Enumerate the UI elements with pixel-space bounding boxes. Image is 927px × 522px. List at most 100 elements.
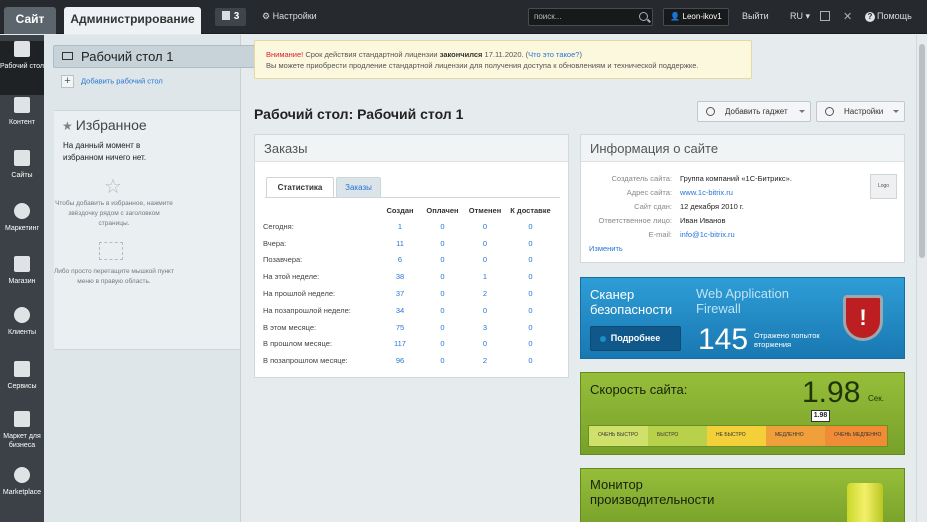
cell-value[interactable]: 117 <box>381 336 419 353</box>
cell-value[interactable]: 1 <box>381 218 419 235</box>
cell-value[interactable]: 96 <box>381 352 419 369</box>
cell-value[interactable]: 0 <box>466 235 504 252</box>
top-bar: Сайт Администрирование 3 ⚙ Настройки пои… <box>0 0 927 34</box>
scrollbar-thumb[interactable] <box>919 44 925 258</box>
details-button[interactable]: Подробнее <box>590 326 681 351</box>
monitor-title: Монитор производительности <box>590 477 715 507</box>
cell-value[interactable]: 0 <box>504 252 557 269</box>
notifications-button[interactable]: 3 <box>215 8 246 26</box>
sidebar-label: Рабочий стол <box>0 63 44 70</box>
scrollbar[interactable] <box>916 35 927 522</box>
language-select[interactable]: RU ▾ <box>790 11 810 22</box>
monitor-icon <box>62 52 73 60</box>
alert-link[interactable]: Что это такое? <box>528 50 579 59</box>
panel-icon[interactable] <box>820 11 830 21</box>
cell-value[interactable]: 2 <box>466 285 504 302</box>
edit-link[interactable]: Изменить <box>589 244 623 253</box>
alert-text-end: ) <box>579 50 582 59</box>
cell-value[interactable]: 0 <box>504 285 557 302</box>
info-value[interactable]: info@1c-bitrix.ru <box>680 230 735 240</box>
cell-value[interactable]: 0 <box>504 268 557 285</box>
sun-icon <box>706 107 715 116</box>
sidebar-item-shop[interactable]: Магазин <box>0 256 44 310</box>
info-value[interactable]: www.1c-bitrix.ru <box>680 188 733 198</box>
row-label: В этом месяце: <box>263 322 317 332</box>
cell-value[interactable]: 2 <box>466 352 504 369</box>
orders-table: Создан Оплачен Отменен К доставке Сегодн… <box>263 203 557 369</box>
cell-value[interactable]: 0 <box>419 235 466 252</box>
tab-site[interactable]: Сайт <box>4 7 56 34</box>
cell-value[interactable]: 0 <box>419 252 466 269</box>
settings-link[interactable]: ⚙ Настройки <box>262 11 317 22</box>
tab-statistics[interactable]: Статистика <box>266 177 334 198</box>
sidebar-item-clients[interactable]: Клиенты <box>0 307 44 361</box>
tab-orders[interactable]: Заказы <box>336 177 381 198</box>
cell-value[interactable]: 0 <box>504 336 557 353</box>
speed-scale: ОЧЕНЬ БЫСТРО БЫСТРО НЕ БЫСТРО МЕДЛЕННО ОЧЕНЬ… <box>588 425 888 447</box>
logout-link[interactable]: Выйти <box>742 11 769 21</box>
add-gadget-button[interactable]: Добавить гаджет <box>697 101 811 122</box>
pin-icon[interactable]: ✕ <box>843 10 852 23</box>
settings-button[interactable]: Настройки <box>816 101 905 122</box>
speed-unit: Сек. <box>868 394 884 403</box>
performance-monitor-gadget: Монитор производительности <box>580 468 905 522</box>
alert-warning: Внимание! <box>266 50 304 59</box>
cell-value[interactable]: 0 <box>466 252 504 269</box>
cell-value[interactable]: 0 <box>466 218 504 235</box>
cell-value[interactable]: 0 <box>466 336 504 353</box>
cell-value[interactable]: 11 <box>381 235 419 252</box>
basket-icon <box>14 256 30 272</box>
user-button[interactable]: 👤 Leon-ikov1 <box>663 8 729 26</box>
speed-segment: МЕДЛЕННО <box>766 426 825 446</box>
cell-value[interactable]: 1 <box>466 268 504 285</box>
table-row: На этой неделе: 38 0 1 0 <box>263 268 557 285</box>
cell-value[interactable]: 0 <box>504 352 557 369</box>
cell-value[interactable]: 0 <box>504 235 557 252</box>
cell-value[interactable]: 0 <box>466 302 504 319</box>
help-label: Помощь <box>877 11 912 21</box>
column-header: Оплачен <box>426 206 459 215</box>
cell-value[interactable]: 0 <box>419 336 466 353</box>
add-desktop-link[interactable]: + Добавить рабочий стол <box>61 75 163 88</box>
cell-value[interactable]: 0 <box>419 218 466 235</box>
sidebar-label: Магазин <box>8 278 36 285</box>
cell-value[interactable]: 34 <box>381 302 419 319</box>
sidebar-item-content[interactable]: Контент <box>0 97 44 151</box>
search-icon[interactable] <box>639 12 648 21</box>
search-input[interactable]: поиск... <box>528 8 653 26</box>
sidebar-item-desktop[interactable]: Рабочий стол <box>0 41 44 95</box>
cell-value[interactable]: 0 <box>504 319 557 336</box>
table-row: На прошлой неделе: 37 0 2 0 <box>263 285 557 302</box>
sidebar-item-sites[interactable]: Сайты <box>0 150 44 204</box>
orders-gadget: Заказы Статистика Заказы Создан Оплачен … <box>254 134 569 378</box>
chevron-down-icon <box>893 110 899 113</box>
user-icon: 👤 <box>670 12 683 21</box>
cell-value[interactable]: 3 <box>466 319 504 336</box>
cell-value[interactable]: 0 <box>419 319 466 336</box>
cell-value[interactable]: 38 <box>381 268 419 285</box>
cell-value[interactable]: 0 <box>419 285 466 302</box>
cell-value[interactable]: 0 <box>419 352 466 369</box>
help-link[interactable]: ? Помощь <box>865 11 912 22</box>
cell-value[interactable]: 0 <box>419 268 466 285</box>
cell-value[interactable]: 0 <box>419 302 466 319</box>
sidebar-item-marketing[interactable]: Маркетинг <box>0 203 44 257</box>
cell-value[interactable]: 75 <box>381 319 419 336</box>
main-area: Внимание! Срок действия стандартной лице… <box>242 35 914 522</box>
add-gadget-label: Добавить гаджет <box>725 107 788 116</box>
cell-value[interactable]: 37 <box>381 285 419 302</box>
cell-value[interactable]: 6 <box>381 252 419 269</box>
row-label: В прошлом месяце: <box>263 339 332 349</box>
favorites-title: ★ Избранное <box>62 117 147 133</box>
sidebar-item-services[interactable]: Сервисы <box>0 361 44 415</box>
site-info-title[interactable]: Информация о сайте <box>581 135 904 162</box>
cell-value[interactable]: 0 <box>504 218 557 235</box>
info-value: Иван Иванов <box>680 216 726 225</box>
sidebar-item-marketplace[interactable]: Marketplace <box>0 467 44 521</box>
sidebar-item-market[interactable]: Маркет для бизнеса <box>0 411 44 465</box>
tab-admin[interactable]: Администрирование <box>64 7 201 34</box>
cell-value[interactable]: 0 <box>504 302 557 319</box>
language-label: RU <box>790 11 803 21</box>
orders-title[interactable]: Заказы <box>255 135 568 162</box>
desktop-title: Рабочий стол 1 <box>81 49 174 64</box>
